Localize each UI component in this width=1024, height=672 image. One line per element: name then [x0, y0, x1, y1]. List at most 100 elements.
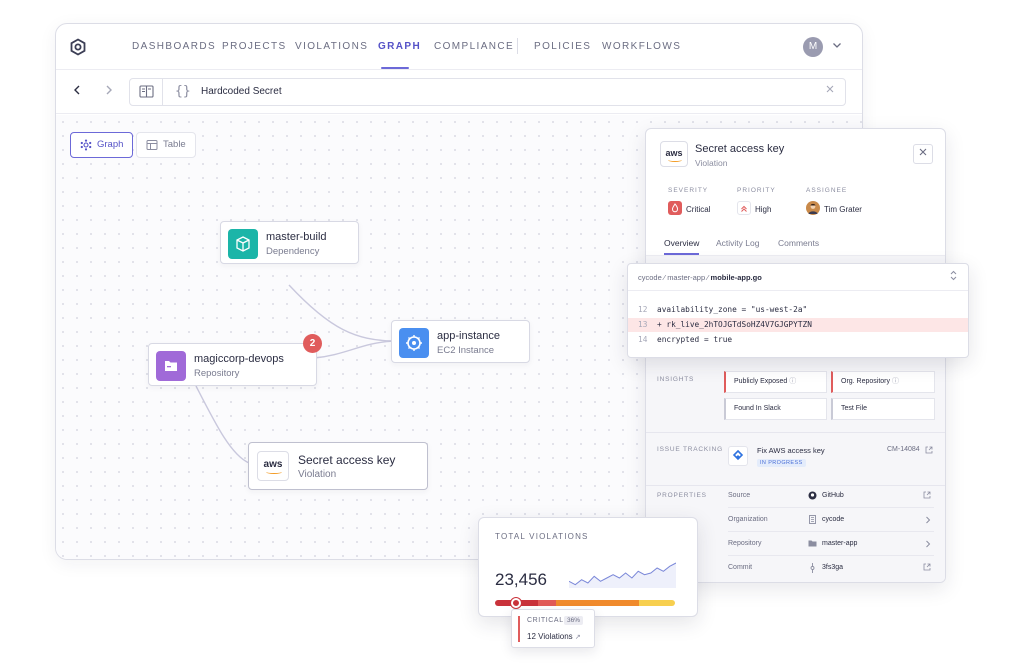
path-file[interactable]: mobile-app.go — [711, 273, 762, 282]
tooltip-label: CRITICAL — [527, 617, 564, 624]
distribution-segment-low[interactable] — [638, 600, 675, 606]
folder-icon — [156, 351, 186, 381]
code-line: 12 availability_zone = "us-west-2a" — [628, 303, 968, 317]
chip-icon — [399, 328, 429, 358]
tab-comments[interactable]: Comments — [778, 238, 819, 248]
path-repo[interactable]: master-app — [667, 273, 705, 282]
issue-status-badge: IN PROGRESS — [757, 459, 806, 467]
node-subtitle: Dependency — [266, 246, 320, 257]
nav-dashboards[interactable]: DASHBOARDS — [132, 41, 216, 52]
row-divider — [728, 531, 934, 532]
issue-title[interactable]: Fix AWS access key — [757, 446, 825, 455]
code-line-highlighted: 13 + rk_live_2hTOJGTdSoHZ4V7GJGPYTZN — [628, 318, 968, 332]
forward-arrow-icon[interactable] — [104, 84, 114, 96]
query-input[interactable]: {} Hardcoded Secret — [129, 78, 846, 106]
assignee-value[interactable]: Tim Grater — [824, 205, 862, 214]
sort-icon[interactable] — [950, 270, 957, 281]
severity-value[interactable]: Critical — [686, 205, 710, 214]
row-divider — [728, 555, 934, 556]
insight-found-in-slack[interactable]: Found In Slack — [724, 398, 827, 420]
external-link-icon[interactable] — [923, 563, 931, 571]
node-secret-access-key[interactable]: aws Secret access key Violation — [248, 442, 428, 490]
property-organization-value: cycode — [822, 516, 845, 523]
property-repository-label: Repository — [728, 540, 762, 547]
code-line: 14 encrypted = true — [628, 333, 968, 347]
insight-publicly-exposed[interactable]: Publicly Exposed ⓘ — [724, 371, 827, 393]
aws-logo-text: aws — [263, 459, 283, 470]
nav-projects[interactable]: PROJECTS — [222, 41, 287, 52]
double-chevron-up-icon — [737, 201, 751, 215]
chevron-down-icon[interactable] — [832, 40, 842, 50]
insight-test-file[interactable]: Test File — [831, 398, 935, 420]
node-magiccorp-devops[interactable]: magiccorp-devops Repository — [148, 343, 317, 386]
distribution-slider-handle[interactable] — [511, 598, 521, 608]
nav-violations[interactable]: VIOLATIONS — [295, 41, 368, 52]
nav-workflows[interactable]: WORKFLOWS — [602, 41, 681, 52]
distribution-segment-high[interactable] — [538, 600, 557, 606]
critical-tooltip: CRITICAL 36% 12 Violations ↗ — [511, 609, 595, 648]
section-divider — [646, 485, 945, 486]
tooltip-count-text: 12 Violations — [527, 632, 573, 641]
node-subtitle: Repository — [194, 368, 240, 379]
violation-count-badge[interactable]: 2 — [303, 334, 322, 353]
insight-text: Found In Slack — [734, 405, 781, 412]
assignee-avatar — [806, 201, 820, 215]
line-number: 12 — [638, 305, 648, 314]
github-icon — [808, 491, 817, 500]
external-link-icon[interactable] — [923, 491, 931, 499]
chevron-right-icon[interactable] — [925, 540, 931, 548]
query-library-button[interactable] — [130, 79, 163, 105]
info-icon: ⓘ — [789, 378, 797, 385]
line-number: 14 — [638, 335, 648, 344]
node-title: app-instance — [437, 330, 500, 342]
aws-logo-icon: aws — [660, 141, 688, 167]
tab-overview[interactable]: Overview — [664, 238, 699, 248]
line-number: 13 — [638, 320, 648, 329]
node-master-build[interactable]: master-build Dependency — [220, 221, 359, 264]
priority-label: PRIORITY — [737, 187, 776, 194]
insight-text: Org. Repository — [841, 378, 891, 385]
user-avatar[interactable]: M — [803, 37, 823, 57]
node-app-instance[interactable]: app-instance EC2 Instance — [391, 320, 530, 363]
property-source-value: GitHub — [822, 492, 844, 499]
tab-activity-log[interactable]: Activity Log — [716, 238, 759, 248]
violations-sparkline — [569, 562, 676, 588]
severity-label: SEVERITY — [668, 187, 709, 194]
package-icon — [228, 229, 258, 259]
chevron-right-icon[interactable] — [925, 516, 931, 524]
clear-icon[interactable] — [825, 84, 835, 94]
issue-ticket-id: CM-14084 — [887, 446, 920, 453]
property-commit-value: 3fs3ga — [822, 564, 844, 571]
nav-compliance[interactable]: COMPLIANCE — [434, 41, 514, 52]
jira-icon — [728, 446, 748, 466]
distribution-segment-medium[interactable] — [556, 600, 639, 606]
path-org[interactable]: cycode — [638, 273, 662, 282]
nav-graph[interactable]: GRAPH — [378, 41, 421, 52]
close-icon — [919, 148, 927, 156]
panel-subtitle: Violation — [695, 158, 728, 168]
info-icon: ⓘ — [891, 378, 899, 385]
severity-distribution-bar[interactable] — [495, 600, 675, 606]
back-arrow-icon[interactable] — [72, 84, 82, 96]
node-title: master-build — [266, 231, 327, 243]
insight-org-repository[interactable]: Org. Repository ⓘ — [831, 371, 935, 393]
tooltip-count[interactable]: 12 Violations ↗ — [527, 632, 581, 641]
cycode-logo-icon[interactable] — [69, 38, 87, 56]
property-source-label: Source — [728, 492, 751, 499]
external-link-icon: ↗ — [574, 634, 581, 641]
query-text: Hardcoded Secret — [201, 86, 282, 97]
braces-icon: {} — [175, 84, 191, 99]
critical-color-bar — [518, 616, 520, 642]
nav-divider — [517, 38, 518, 54]
line-text: encrypted = true — [657, 335, 733, 344]
external-link-icon[interactable] — [925, 446, 933, 454]
property-repository-value: master-app — [822, 540, 858, 547]
flame-icon — [668, 201, 682, 215]
active-tab-indicator — [381, 67, 409, 69]
commit-icon — [810, 563, 815, 573]
file-breadcrumb: cycode ⁄ master-app ⁄ mobile-app.go — [638, 273, 762, 282]
priority-value[interactable]: High — [755, 205, 771, 214]
aws-logo-text: aws — [665, 148, 683, 158]
close-panel-button[interactable] — [913, 144, 933, 164]
nav-policies[interactable]: POLICIES — [534, 41, 591, 52]
